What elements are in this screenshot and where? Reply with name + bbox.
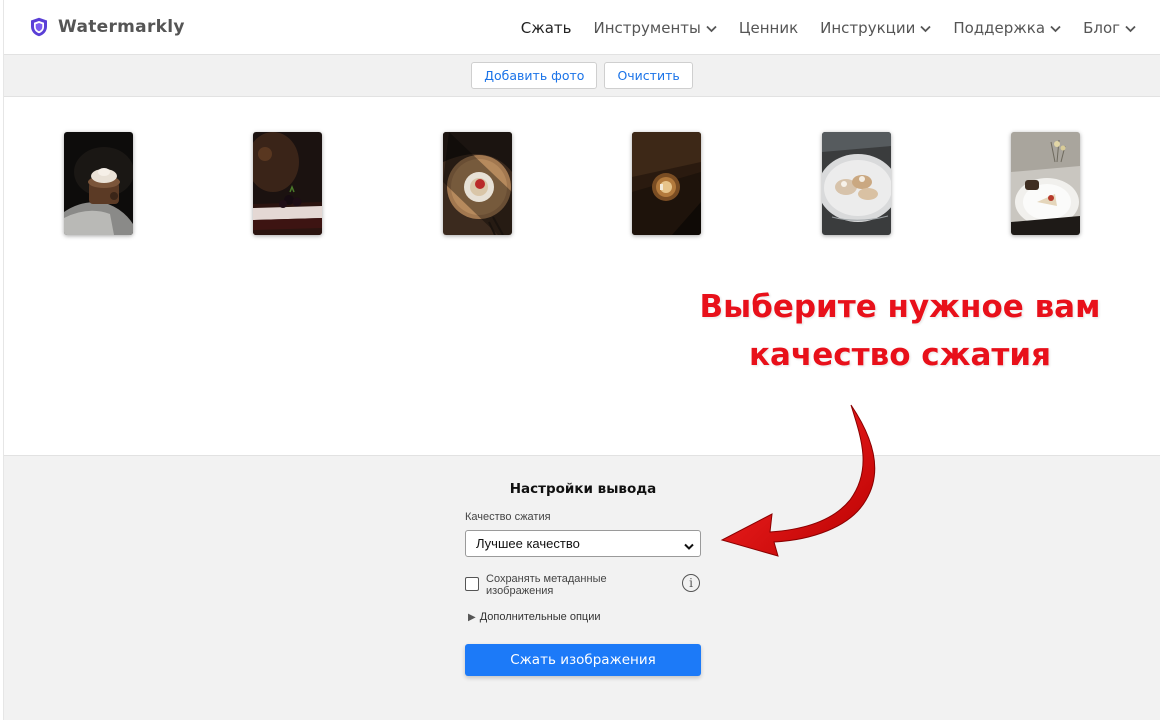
nav-item-label: Сжать [520, 18, 572, 37]
quality-selected-value: Лучшее качество [476, 536, 580, 551]
add-photo-button[interactable]: Добавить фото [471, 62, 598, 89]
toolbar: Добавить фото Очистить [4, 55, 1160, 97]
nav-item-label: Инструменты [593, 18, 701, 37]
main-nav: Сжать Инструменты Ценник Инструкции Поддержк… [499, 0, 1136, 55]
triangle-right-icon: ▶ [468, 611, 476, 623]
nav-item-label: Блог [1083, 18, 1120, 37]
nav-item-label: Инструкции [820, 18, 916, 37]
nav-item-label: Поддержка [953, 18, 1046, 37]
nav-item-6[interactable]: Блог [1083, 19, 1136, 37]
advanced-options-toggle[interactable]: ▶ Дополнительные опции [468, 611, 601, 623]
chevron-down-icon [1125, 19, 1136, 37]
chevron-down-icon [684, 539, 694, 554]
photo-thumbnail-6[interactable] [1011, 132, 1080, 235]
nav-item-4[interactable]: Инструкции [820, 19, 931, 37]
quality-label: Качество сжатия [465, 511, 551, 523]
compress-images-button[interactable]: Сжать изображения [465, 644, 701, 676]
clear-button[interactable]: Очистить [604, 62, 693, 89]
nav-item-3[interactable]: Ценник [739, 19, 798, 37]
chevron-down-icon [920, 19, 931, 37]
keep-metadata-row: Сохранять метаданные изображения i [465, 573, 701, 602]
settings-title: Настройки вывода [509, 481, 657, 497]
top-header: Watermarkly Сжать Инструменты Ценник Инстру… [4, 0, 1160, 55]
nav-item-label: Ценник [738, 18, 799, 37]
photo-thumbnail-3[interactable] [443, 132, 512, 235]
logo-text: Watermarkly [58, 17, 185, 37]
chevron-down-icon [1050, 19, 1061, 37]
quality-select[interactable]: Лучшее качество [465, 530, 701, 557]
info-icon[interactable]: i [682, 574, 700, 592]
logo[interactable]: Watermarkly [30, 17, 185, 37]
nav-item-5[interactable]: Поддержка [953, 19, 1061, 37]
output-settings-panel: Настройки вывода Качество сжатия Лучшее … [4, 455, 1160, 720]
photo-thumbnail-1[interactable] [64, 132, 133, 235]
chevron-down-icon [706, 19, 717, 37]
photo-thumbnail-4[interactable] [632, 132, 701, 235]
nav-item-2[interactable]: Инструменты [594, 19, 717, 37]
nav-item-1[interactable]: Сжать [521, 19, 572, 37]
app-window: Watermarkly Сжать Инструменты Ценник Инстру… [3, 0, 1160, 720]
keep-metadata-label: Сохранять метаданные изображения [486, 573, 607, 597]
shield-logo-icon [30, 17, 48, 37]
photo-thumbnail-5[interactable] [822, 132, 891, 235]
keep-metadata-checkbox[interactable] [465, 577, 479, 591]
image-gallery [4, 97, 1160, 455]
advanced-options-label: Дополнительные опции [479, 611, 601, 623]
photo-thumbnail-2[interactable] [253, 132, 322, 235]
